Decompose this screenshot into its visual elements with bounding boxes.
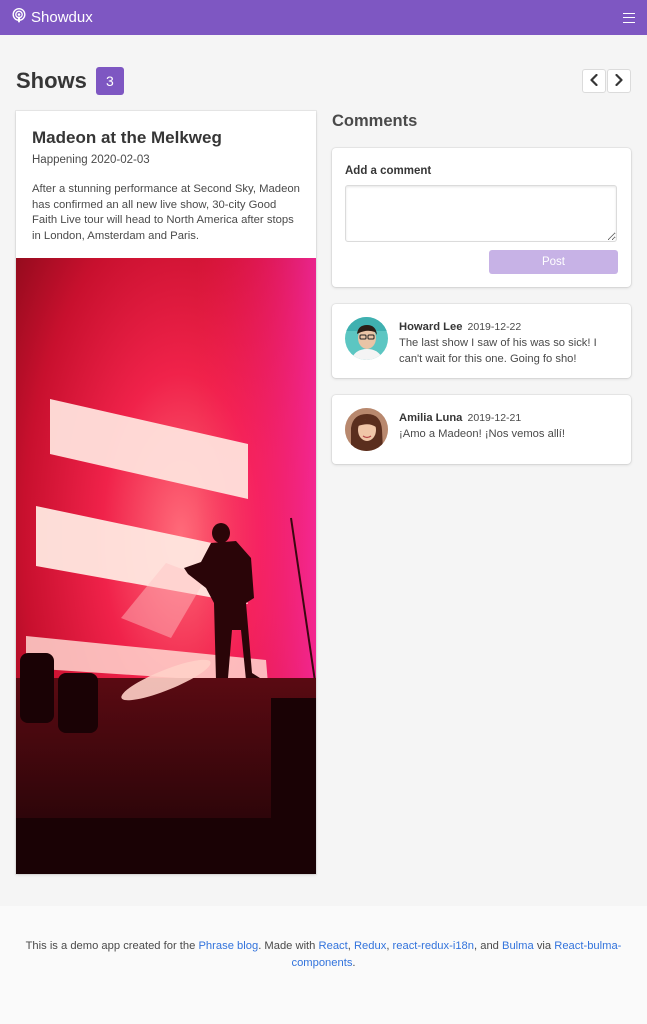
comment-text: ¡Amo a Madeon! ¡Nos vemos allí!: [399, 428, 566, 440]
footer-text-segment: , and: [474, 940, 502, 952]
show-card-body: Madeon at the Melkweg Happening 2020-02-…: [16, 111, 316, 258]
react-link[interactable]: React: [319, 940, 348, 952]
phrase-blog-link[interactable]: Phrase blog: [198, 940, 258, 952]
comment-author: Howard Lee: [399, 321, 463, 333]
hamburger-icon[interactable]: [623, 12, 635, 23]
footer-text: This is a demo app created for the Phras…: [24, 938, 623, 971]
comment-textarea[interactable]: [345, 185, 617, 242]
add-comment-label: Add a comment: [345, 165, 432, 177]
next-show-button[interactable]: [607, 69, 631, 93]
comment-card: Amilia Luna 2019-12-21 ¡Amo a Madeon! ¡N…: [332, 395, 631, 464]
comment-date: 2019-12-22: [467, 321, 522, 333]
comment-card: Howard Lee 2019-12-22 The last show I sa…: [332, 304, 631, 378]
top-navbar: Showdux: [0, 0, 647, 35]
previous-show-button[interactable]: [582, 69, 606, 93]
footer-text-segment: This is a demo app created for the: [25, 940, 199, 952]
comment-content: Howard Lee 2019-12-22 The last show I sa…: [399, 319, 618, 365]
show-title: Madeon at the Melkweg: [32, 128, 222, 147]
page-title: Shows: [16, 68, 87, 93]
podcast-icon: [12, 7, 31, 27]
react-redux-i18n-link[interactable]: react-redux-i18n: [393, 940, 474, 952]
brand[interactable]: Showdux: [12, 7, 93, 27]
chevron-right-icon: [614, 73, 624, 89]
post-comment-button[interactable]: Post: [489, 250, 618, 274]
shows-count-badge: 3: [95, 67, 124, 95]
footer: This is a demo app created for the Phras…: [0, 906, 647, 1024]
footer-text-segment: via: [533, 940, 555, 952]
show-card: Madeon at the Melkweg Happening 2020-02-…: [16, 111, 316, 874]
show-photo: [16, 258, 316, 874]
comment-text: The last show I saw of his was so sick! …: [399, 337, 597, 365]
comment-author: Amilia Luna: [399, 412, 463, 424]
show-description: After a stunning performance at Second S…: [32, 183, 300, 242]
comment-content: Amilia Luna 2019-12-21 ¡Amo a Madeon! ¡N…: [399, 410, 565, 451]
shows-header: Shows 3: [16, 66, 631, 96]
comments-heading: Comments: [332, 112, 418, 130]
redux-link[interactable]: Redux: [354, 940, 386, 952]
show-pager: [582, 69, 631, 93]
show-date: Happening 2020-02-03: [32, 154, 150, 166]
footer-text-segment: .: [352, 956, 356, 969]
avatar: [345, 317, 388, 360]
bulma-link[interactable]: Bulma: [502, 940, 534, 952]
chevron-left-icon: [589, 73, 599, 89]
comment-date: 2019-12-21: [467, 412, 522, 424]
add-comment-form: Add a comment Post: [332, 148, 631, 287]
footer-text-segment: . Made with: [258, 940, 319, 952]
avatar: [345, 408, 388, 451]
brand-name: Showdux: [31, 9, 93, 26]
